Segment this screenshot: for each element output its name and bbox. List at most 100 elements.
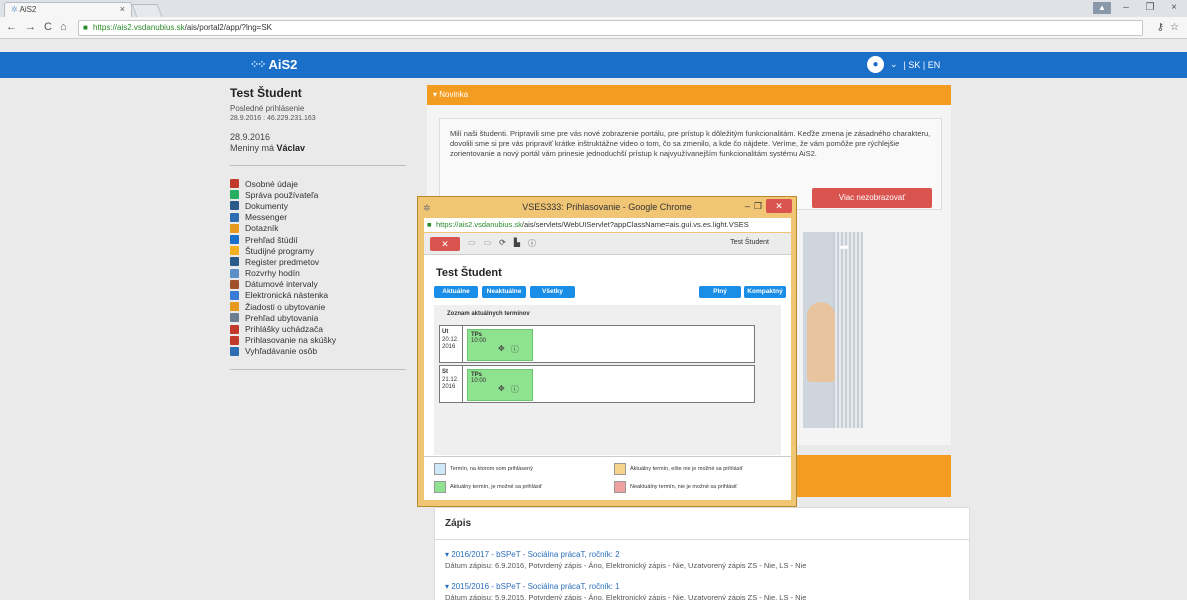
news-header[interactable]: ▾ Novinka bbox=[427, 85, 951, 105]
browser-toolbar: ← → C ⌂ ■ https://ais2.vsdanubius.sk/ais… bbox=[0, 17, 1187, 39]
menu-item[interactable]: Správa používateľa bbox=[230, 189, 410, 200]
minimize-icon[interactable]: – bbox=[1117, 2, 1135, 14]
menu-item[interactable]: Dátumové intervaly bbox=[230, 279, 410, 290]
close-window-icon[interactable]: × bbox=[1165, 2, 1183, 14]
menu-item-icon bbox=[230, 324, 239, 334]
share-arrow-icon[interactable]: ➦ bbox=[839, 240, 849, 254]
menu-item[interactable]: Dokumenty bbox=[230, 200, 410, 211]
popup-user: Test Študent bbox=[730, 239, 769, 246]
new-tab-button[interactable] bbox=[131, 4, 163, 17]
menu-item[interactable]: Elektronická nástenka bbox=[230, 290, 410, 301]
enrollment-link[interactable]: ▾ 2015/2016 - bSPeT - Sociálna prácaT, r… bbox=[445, 582, 959, 591]
popup-url-path: /ais/servlets/WebUIServlet?appClassName=… bbox=[521, 220, 749, 229]
address-bar[interactable]: ■ https://ais2.vsdanubius.sk/ais/portal2… bbox=[78, 20, 1143, 36]
menu-item[interactable]: Prehľad ubytovania bbox=[230, 312, 410, 323]
menu-item[interactable]: Dotazník bbox=[230, 223, 410, 234]
popup-minimize-icon[interactable]: – bbox=[745, 201, 750, 211]
undo-icon[interactable]: ▭ bbox=[468, 238, 476, 249]
menu-item[interactable]: Žiadosti o ubytovanie bbox=[230, 301, 410, 312]
day-row: Ut 20.12. 2016 TPs 10:00 ✥ ⓘ bbox=[439, 325, 755, 363]
nav-buttons: ← → C ⌂ bbox=[6, 21, 67, 33]
popup-titlebar: ✲ VSES333: Prihlasovanie - Google Chrome bbox=[418, 197, 796, 217]
menu-item[interactable]: Osobné údaje bbox=[230, 178, 410, 189]
video-person bbox=[807, 302, 835, 382]
register-icon[interactable]: ✥ bbox=[498, 384, 505, 395]
menu-item-label: Dátumové intervaly bbox=[245, 279, 318, 290]
menu-item-icon bbox=[230, 302, 239, 312]
legend-item: Termín, na ktorom som prihlásený bbox=[434, 463, 533, 475]
legend-item: Aktuálny termín, ešte nie je možné sa pr… bbox=[614, 463, 743, 475]
tab-title: AiS2 bbox=[19, 5, 37, 14]
menu-item[interactable]: Vyhľadávanie osôb bbox=[230, 346, 410, 357]
menu-item-icon bbox=[230, 246, 239, 256]
menu-item-icon bbox=[230, 313, 239, 323]
close-app-button[interactable]: ✕ bbox=[430, 237, 460, 251]
menu-item[interactable]: Prihlasovanie na skúšky bbox=[230, 335, 410, 346]
slot-time: 10:00 bbox=[471, 378, 487, 384]
forward-icon[interactable]: → bbox=[25, 21, 36, 33]
lock-icon: ■ bbox=[427, 220, 432, 229]
info-icon[interactable]: ⓘ bbox=[511, 344, 519, 355]
dismiss-news-button[interactable]: Viac nezobrazovať bbox=[812, 188, 932, 208]
popup-maximize-icon[interactable]: ❐ bbox=[754, 201, 762, 212]
popup-toolbar: ✕ ▭ ▭ ⟳ ▙ ⓘ Test Študent bbox=[424, 233, 791, 255]
register-icon[interactable]: ✥ bbox=[498, 344, 505, 355]
menu-item[interactable]: Rozvrhy hodín bbox=[230, 268, 410, 279]
day-date: 21.12. bbox=[442, 376, 459, 383]
menu-item[interactable]: Študijné programy bbox=[230, 245, 410, 256]
legend-swatch bbox=[614, 481, 626, 493]
user-name: Test Študent bbox=[230, 86, 302, 100]
toolbar-right: ⚷ ☆ bbox=[1157, 22, 1179, 33]
slot-actions: ✥ ⓘ bbox=[498, 344, 519, 355]
nameday-prefix: Meniny má bbox=[230, 143, 277, 153]
popup-title: VSES333: Prihlasovanie - Google Chrome bbox=[522, 202, 692, 212]
chevron-down-icon[interactable]: ⌄ bbox=[890, 59, 898, 70]
portal-logo[interactable]: ⁘⁘ AiS2 bbox=[250, 57, 297, 72]
popup-close-icon[interactable]: ✕ bbox=[766, 199, 792, 213]
menu-item-icon bbox=[230, 335, 239, 345]
menu-item[interactable]: Prihlášky uchádzača bbox=[230, 323, 410, 334]
tab-close-icon[interactable]: × bbox=[120, 4, 125, 14]
popup-favicon-icon: ✲ bbox=[423, 203, 431, 213]
popup-window: ✲ VSES333: Prihlasovanie - Google Chrome… bbox=[417, 196, 797, 507]
menu-item[interactable]: Prehľad štúdií bbox=[230, 234, 410, 245]
back-icon[interactable]: ← bbox=[6, 21, 17, 33]
popup-address-bar[interactable]: ■ https://ais2.vsdanubius.sk/ais/servlet… bbox=[424, 218, 791, 232]
menu-item-label: Vyhľadávanie osôb bbox=[245, 346, 318, 357]
day-cell: Ut 20.12. 2016 bbox=[440, 326, 463, 362]
section-header[interactable] bbox=[790, 455, 951, 497]
filter-all-button[interactable]: Všetky bbox=[530, 286, 575, 298]
filter-not-current-button[interactable]: Neaktuálne bbox=[482, 286, 526, 298]
video-thumbnail[interactable]: ➦ bbox=[803, 232, 863, 428]
filter-current-button[interactable]: Aktuálne bbox=[434, 286, 478, 298]
legend-swatch bbox=[614, 463, 626, 475]
info-icon[interactable]: ⓘ bbox=[511, 384, 519, 395]
menu-item-label: Prehľad ubytovania bbox=[245, 312, 319, 323]
home-icon[interactable]: ⌂ bbox=[60, 21, 67, 33]
info-icon[interactable]: ⓘ bbox=[528, 238, 536, 249]
browser-tabbar: ✲ AiS2 × ▲ – ❐ × bbox=[0, 0, 1187, 17]
browser-tab[interactable]: ✲ AiS2 × bbox=[4, 2, 132, 17]
day-name: Ut bbox=[442, 329, 449, 335]
profile-icon[interactable]: ▲ bbox=[1093, 2, 1111, 14]
enrollment-link[interactable]: ▾ 2016/2017 - bSPeT - Sociálna prácaT, r… bbox=[445, 550, 959, 559]
day-row: St 21.12. 2016 TPs 10:00 ✥ ⓘ bbox=[439, 365, 755, 403]
language-switch[interactable]: | SK | EN bbox=[904, 60, 941, 70]
key-icon[interactable]: ⚷ bbox=[1157, 22, 1164, 33]
menu-item-icon bbox=[230, 279, 239, 289]
day-date: 20.12. bbox=[442, 336, 459, 343]
exam-slot[interactable]: TPs 10:00 ✥ ⓘ bbox=[467, 329, 533, 361]
redo-icon[interactable]: ▭ bbox=[484, 238, 492, 249]
menu-item[interactable]: Messenger bbox=[230, 212, 410, 223]
bookmark-star-icon[interactable]: ☆ bbox=[1170, 22, 1179, 33]
stats-icon[interactable]: ▙ bbox=[514, 238, 520, 249]
view-full-button[interactable]: Plný bbox=[699, 286, 741, 298]
refresh-icon[interactable]: ⟳ bbox=[499, 238, 506, 249]
view-compact-button[interactable]: Kompaktný bbox=[744, 286, 786, 298]
menu-item[interactable]: Register predmetov bbox=[230, 256, 410, 267]
exam-slot[interactable]: TPs 10:00 ✥ ⓘ bbox=[467, 369, 533, 401]
user-avatar-icon[interactable]: ● bbox=[867, 56, 884, 73]
reload-icon[interactable]: C bbox=[44, 21, 52, 33]
schedule-grid: Zoznam aktuálnych termínov Ut 20.12. 2016 T… bbox=[434, 305, 781, 455]
maximize-icon[interactable]: ❐ bbox=[1141, 2, 1159, 14]
